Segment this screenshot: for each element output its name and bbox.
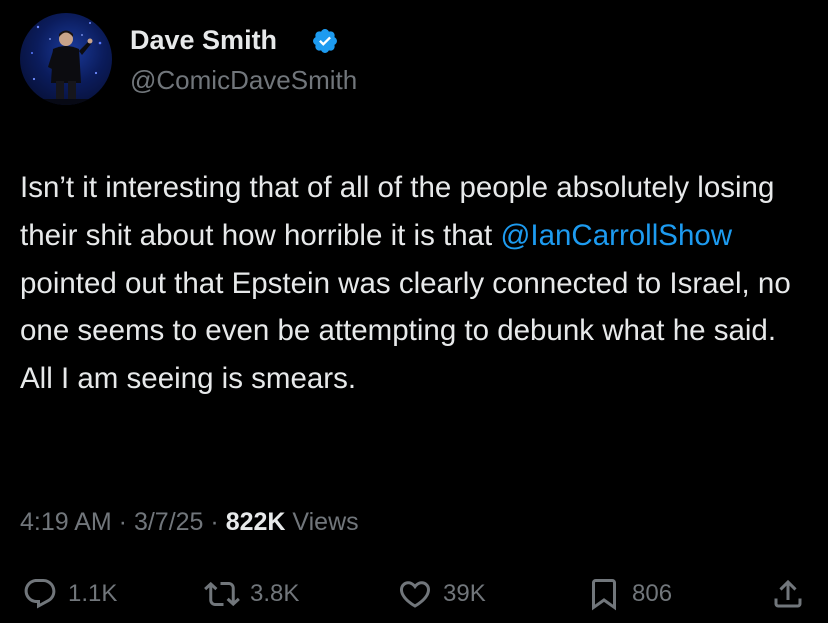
like-button[interactable]: 39K xyxy=(397,572,486,616)
tweet-meta: 4:19 AM · 3/7/25 · 822K Views xyxy=(20,505,359,539)
bookmark-button[interactable]: 806 xyxy=(586,572,672,616)
tweet-text: Isn’t it interesting that of all of the … xyxy=(20,164,815,403)
views-count[interactable]: 822K xyxy=(226,508,286,536)
user-handle[interactable]: @ComicDaveSmith xyxy=(130,65,357,95)
reply-button[interactable]: 1.1K xyxy=(22,572,117,616)
reply-count: 1.1K xyxy=(68,580,118,607)
repost-button[interactable]: 3.8K xyxy=(204,572,299,616)
verified-badge-icon xyxy=(311,27,339,55)
heart-icon xyxy=(397,576,433,612)
repost-count: 3.8K xyxy=(250,580,300,607)
share-button[interactable] xyxy=(770,572,806,616)
meta-separator: · xyxy=(111,508,134,536)
avatar[interactable] xyxy=(20,13,112,105)
meta-separator: · xyxy=(203,508,226,536)
tweet-text-after: pointed out that Epstein was clearly con… xyxy=(20,266,791,396)
bookmark-count: 806 xyxy=(632,580,673,607)
bookmark-icon xyxy=(586,576,622,612)
mention-link[interactable]: @IanCarrollShow xyxy=(500,219,732,252)
timestamp-time[interactable]: 4:19 AM xyxy=(20,508,112,536)
views-label: Views xyxy=(285,508,359,536)
like-count: 39K xyxy=(443,580,486,607)
share-icon xyxy=(770,576,806,612)
timestamp-date[interactable]: 3/7/25 xyxy=(134,508,204,536)
display-name[interactable]: Dave Smith xyxy=(130,24,277,56)
reply-icon xyxy=(22,576,58,612)
repost-icon xyxy=(204,576,240,612)
